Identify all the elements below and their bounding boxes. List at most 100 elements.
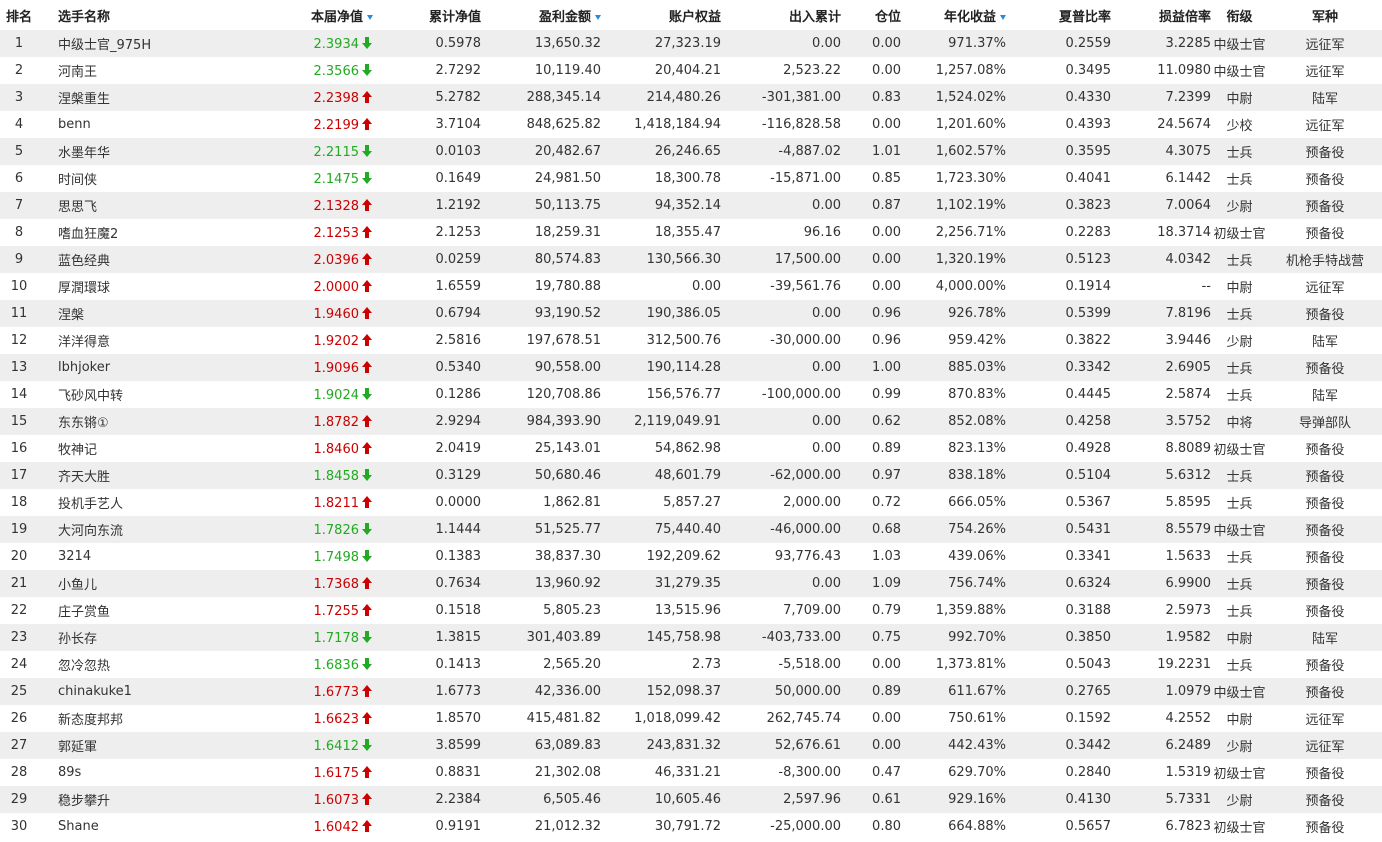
player-name-link[interactable]: benn — [38, 111, 213, 138]
table-row[interactable]: 8 嗜血狂魔2 2.1253 2.1253 18,259.31 18,355.47 96.1… — [0, 219, 1382, 246]
table-row[interactable]: 18 投机手艺人 1.8211 0.0000 1,862.81 5,857.27 2,000… — [0, 489, 1382, 516]
table-row[interactable]: 4 benn 2.2199 3.7104 848,625.82 1,418,184.94 -… — [0, 111, 1382, 138]
header-pl-ratio[interactable]: 损益倍率 — [1111, 0, 1211, 30]
army-cell: 陆军 — [1311, 92, 1338, 107]
pl-ratio-cell: 18.3714 — [1157, 225, 1211, 240]
player-name-link[interactable]: 89s — [38, 759, 213, 786]
player-name-link[interactable]: 东东锵① — [38, 408, 213, 435]
table-row[interactable]: 1 中级士官_975H 2.3934 0.5978 13,650.32 27,323.19… — [0, 30, 1382, 57]
table-row[interactable]: 16 牧神记 1.8460 2.0419 25,143.01 54,862.98 0.00 0… — [0, 435, 1382, 462]
current-nav-cell: 1.6042 — [213, 813, 375, 840]
table-row[interactable]: 20 3214 1.7498 0.1383 38,837.30 192,209.62 93,… — [0, 543, 1382, 570]
header-rank-title[interactable]: 衔级 — [1211, 0, 1268, 30]
player-name-link[interactable]: 嗜血狂魔2 — [38, 219, 213, 246]
player-name-link[interactable]: 郭延軍 — [38, 732, 213, 759]
table-row[interactable]: 14 飞砂风中转 1.9024 0.1286 120,708.86 156,576.77 -… — [0, 381, 1382, 408]
table-row[interactable]: 24 忽冷忽热 1.6836 0.1413 2,565.20 2.73 -5,518.00 0… — [0, 651, 1382, 678]
table-row[interactable]: 26 新态度邦邦 1.6623 1.8570 415,481.82 1,018,099.4… — [0, 705, 1382, 732]
pl-ratio-cell: 7.0064 — [1165, 198, 1212, 213]
player-name-link[interactable]: 牧神记 — [38, 435, 213, 462]
player-name-link[interactable]: lbhjoker — [38, 354, 213, 381]
table-row[interactable]: 22 庄子赏鱼 1.7255 0.1518 5,805.23 13,515.96 7,709… — [0, 597, 1382, 624]
player-name-link[interactable]: 涅槃重生 — [38, 84, 213, 111]
rank-title-cell: 士兵 — [1226, 551, 1253, 566]
equity-cell: 10,605.46 — [654, 792, 721, 807]
sharpe-cell: 0.1914 — [1065, 279, 1112, 294]
header-rank[interactable]: 排名 — [0, 0, 38, 30]
table-row[interactable]: 15 东东锵① 1.8782 2.9294 984,393.90 2,119,049.91… — [0, 408, 1382, 435]
header-position[interactable]: 仓位 — [841, 0, 901, 30]
table-row[interactable]: 17 齐天大胜 1.8458 0.3129 50,680.46 48,601.79 -62,… — [0, 462, 1382, 489]
player-name-link[interactable]: 齐天大胜 — [38, 462, 213, 489]
player-name-link[interactable]: 河南王 — [38, 57, 213, 84]
player-name-link[interactable]: 时间侠 — [38, 165, 213, 192]
current-nav-cell: 2.3934 — [213, 30, 375, 57]
header-profit[interactable]: 盈利金额 — [481, 0, 601, 30]
player-name-link[interactable]: 3214 — [38, 543, 213, 570]
player-name-link[interactable]: 孙长存 — [38, 624, 213, 651]
sharpe-cell: 0.3495 — [1065, 63, 1112, 78]
player-name-link[interactable]: 中级士官_975H — [38, 30, 213, 57]
position-cell: 1.01 — [872, 144, 901, 159]
table-row[interactable]: 7 思思飞 2.1328 1.2192 50,113.75 94,352.14 0.00 0.… — [0, 192, 1382, 219]
table-row[interactable]: 12 洋洋得意 1.9202 2.5816 197,678.51 312,500.76 -3… — [0, 327, 1382, 354]
player-name-link[interactable]: 投机手艺人 — [38, 489, 213, 516]
player-name-link[interactable]: 小鱼儿 — [38, 570, 213, 597]
player-name-link[interactable]: 飞砂风中转 — [38, 381, 213, 408]
table-row[interactable]: 13 lbhjoker 1.9096 0.5340 90,558.00 190,114.2… — [0, 354, 1382, 381]
player-name-link[interactable]: 蓝色经典 — [38, 246, 213, 273]
header-sharpe[interactable]: 夏普比率 — [1006, 0, 1111, 30]
player-name-link[interactable]: 涅槃 — [38, 300, 213, 327]
sharpe-cell: 0.4393 — [1065, 117, 1112, 132]
player-name-link[interactable]: 稳步攀升 — [38, 786, 213, 813]
table-row[interactable]: 28 89s 1.6175 0.8831 21,302.08 46,331.21 -8,30… — [0, 759, 1382, 786]
player-name-link[interactable]: 大河向东流 — [38, 516, 213, 543]
header-army[interactable]: 军种 — [1268, 0, 1382, 30]
player-name-link[interactable]: 水墨年华 — [38, 138, 213, 165]
table-row[interactable]: 11 涅槃 1.9460 0.6794 93,190.52 190,386.05 0.00 0… — [0, 300, 1382, 327]
player-name-link[interactable]: 洋洋得意 — [38, 327, 213, 354]
table-row[interactable]: 10 厚潤環球 2.0000 1.6559 19,780.88 0.00 -39,561.7… — [0, 273, 1382, 300]
pl-ratio-cell: 8.8089 — [1165, 441, 1212, 456]
table-row[interactable]: 19 大河向东流 1.7826 1.1444 51,525.77 75,440.40 -46… — [0, 516, 1382, 543]
player-name-link[interactable]: 忽冷忽热 — [38, 651, 213, 678]
table-row[interactable]: 9 蓝色经典 2.0396 0.0259 80,574.83 130,566.30 17,5… — [0, 246, 1382, 273]
table-row[interactable]: 25 chinakuke1 1.6773 1.6773 42,336.00 152,098… — [0, 678, 1382, 705]
player-name-link[interactable]: 思思飞 — [38, 192, 213, 219]
position-cell: 0.83 — [872, 90, 901, 105]
header-annual[interactable]: 年化收益 — [901, 0, 1006, 30]
player-name-link[interactable]: chinakuke1 — [38, 678, 213, 705]
position-cell: 0.85 — [872, 171, 901, 186]
table-row[interactable]: 30 Shane 1.6042 0.9191 21,012.32 30,791.72 -25… — [0, 813, 1382, 840]
player-name-link[interactable]: 新态度邦邦 — [38, 705, 213, 732]
player-name-link[interactable]: Shane — [38, 813, 213, 840]
table-row[interactable]: 23 孙长存 1.7178 1.3815 301,403.89 145,758.98 -40… — [0, 624, 1382, 651]
annual-cell: 885.03% — [948, 360, 1006, 375]
position-cell: 0.00 — [872, 36, 901, 51]
annual-cell: 1,320.19% — [935, 252, 1006, 267]
inout-cell: -39,561.76 — [770, 279, 841, 294]
table-row[interactable]: 27 郭延軍 1.6412 3.8599 63,089.83 243,831.32 52,6… — [0, 732, 1382, 759]
table-row[interactable]: 2 河南王 2.3566 2.7292 10,119.40 20,404.21 2,523.… — [0, 57, 1382, 84]
table-row[interactable]: 21 小鱼儿 1.7368 0.7634 13,960.92 31,279.35 0.00 1… — [0, 570, 1382, 597]
table-row[interactable]: 6 时间侠 2.1475 0.1649 24,981.50 18,300.78 -15,87… — [0, 165, 1382, 192]
table-row[interactable]: 5 水墨年华 2.2115 0.0103 20,482.67 26,246.65 -4,88… — [0, 138, 1382, 165]
sharpe-cell: 0.1592 — [1065, 711, 1112, 726]
header-equity[interactable]: 账户权益 — [601, 0, 721, 30]
header-cum-nav[interactable]: 累计净值 — [375, 0, 481, 30]
table-row[interactable]: 29 稳步攀升 1.6073 2.2384 6,505.46 10,605.46 2,597… — [0, 786, 1382, 813]
table-row[interactable]: 3 涅槃重生 2.2398 5.2782 288,345.14 214,480.26 -30… — [0, 84, 1382, 111]
header-current-nav[interactable]: 本届净值 — [213, 0, 375, 30]
equity-cell: 1,418,184.94 — [634, 117, 721, 132]
player-name-link[interactable]: 庄子赏鱼 — [38, 597, 213, 624]
pl-ratio-cell: 7.8196 — [1165, 306, 1212, 321]
current-nav-value: 1.6042 — [313, 819, 360, 835]
player-name-link[interactable]: 厚潤環球 — [38, 273, 213, 300]
cum-nav-cell: 1.1444 — [435, 522, 482, 537]
header-inout[interactable]: 出入累计 — [721, 0, 841, 30]
annual-cell: 439.06% — [948, 549, 1006, 564]
annual-cell: 1,524.02% — [935, 90, 1006, 105]
annual-cell: 959.42% — [948, 333, 1006, 348]
header-name[interactable]: 选手名称 — [38, 0, 213, 30]
inout-cell: 0.00 — [812, 36, 841, 51]
